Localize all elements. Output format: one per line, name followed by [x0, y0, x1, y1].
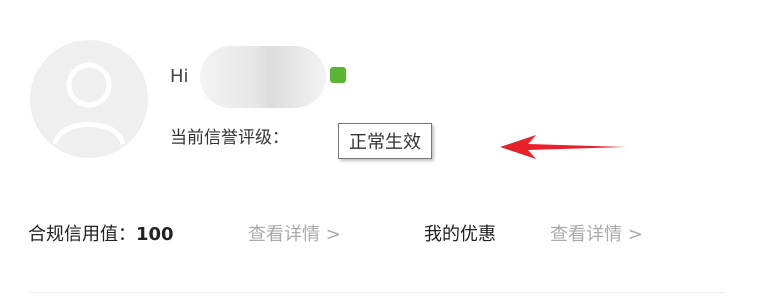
user-avatar-placeholder-icon	[52, 62, 126, 145]
compliance-credit-value: 100	[136, 224, 174, 245]
blurred-username	[200, 46, 326, 108]
red-arrow-icon	[500, 135, 626, 159]
compliance-credit: 合规信用值：100	[28, 220, 174, 246]
avatar[interactable]	[30, 40, 148, 158]
account-summary-page: Hi 当前信誉评级： 正常生效 合规信用值：100 查看详情 > 我的优惠 查看…	[0, 0, 775, 300]
credit-rating-label: 当前信誉评级：	[170, 128, 289, 148]
divider	[30, 292, 725, 293]
greeting-text: Hi	[170, 66, 189, 87]
view-details-link-compliance[interactable]: 查看详情 >	[248, 220, 341, 246]
credit-rating-status: 正常生效	[338, 123, 432, 159]
view-details-link-discount[interactable]: 查看详情 >	[550, 220, 643, 246]
my-discount-label: 我的优惠	[424, 224, 496, 245]
compliance-credit-label: 合规信用值：	[28, 224, 136, 245]
online-status-icon	[330, 67, 346, 83]
